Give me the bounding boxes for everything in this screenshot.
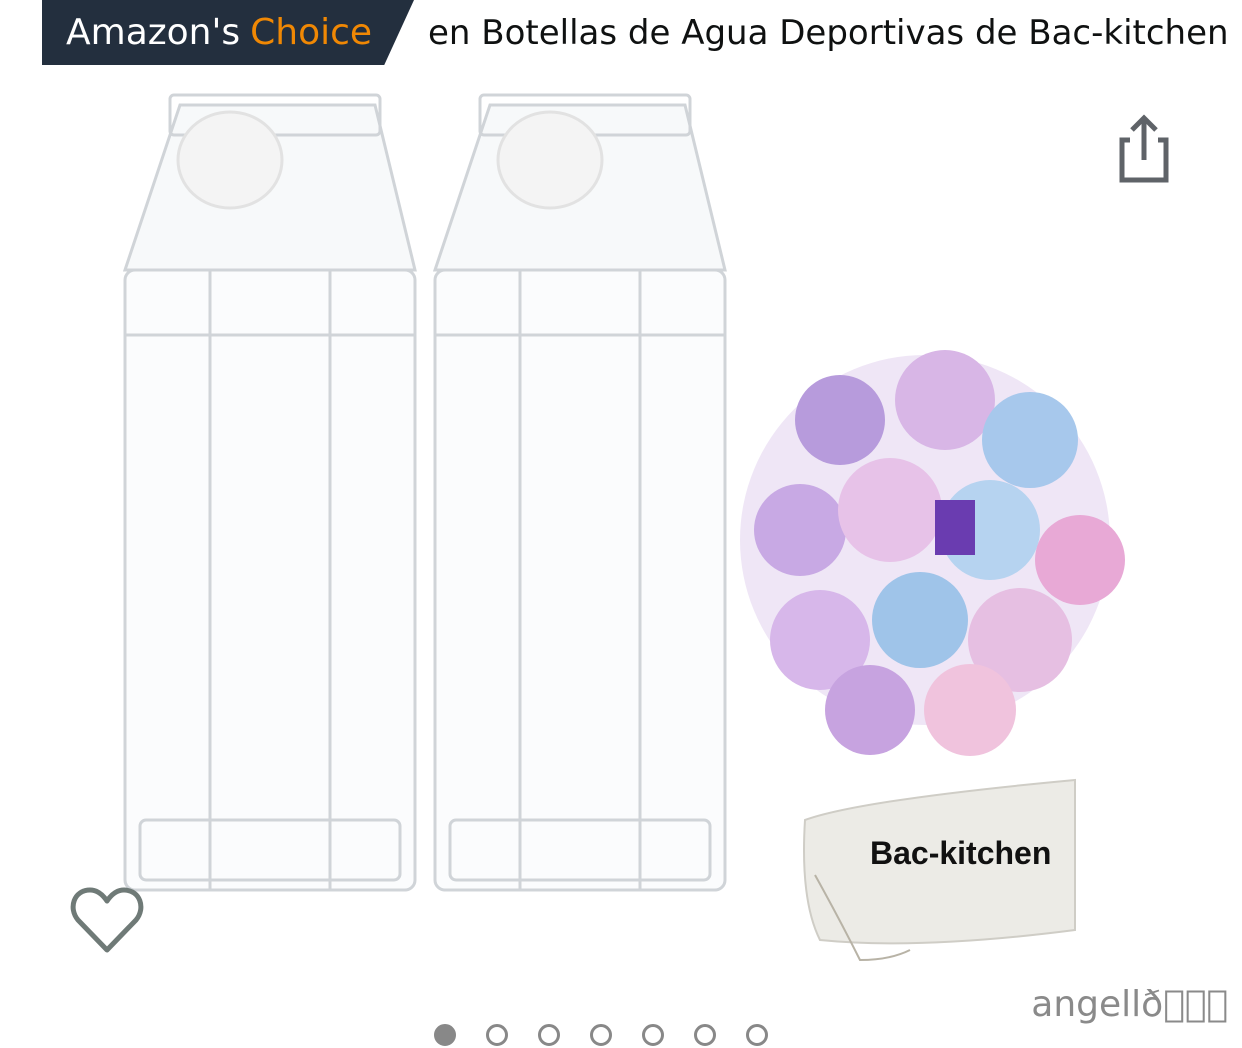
amazons-choice-badge: Amazon's Choice xyxy=(42,0,414,65)
badge-choice: Choice xyxy=(250,12,373,53)
carousel-dot[interactable] xyxy=(694,1024,716,1046)
sticker-pack xyxy=(740,350,1125,756)
badge-brand: Amazon's xyxy=(66,12,241,53)
wishlist-button[interactable] xyxy=(68,880,146,958)
product-image[interactable]: Bac-kitchen xyxy=(100,80,1140,990)
carousel-dot[interactable] xyxy=(538,1024,560,1046)
bottle-left xyxy=(122,93,417,892)
bottle-right xyxy=(432,93,727,892)
carousel-dots xyxy=(434,1024,768,1046)
carousel-dot[interactable] xyxy=(746,1024,768,1046)
heart-icon xyxy=(70,887,144,953)
share-button[interactable] xyxy=(1108,110,1180,186)
carousel-dot[interactable] xyxy=(486,1024,508,1046)
share-icon xyxy=(1119,114,1169,183)
carousel-dot[interactable] xyxy=(590,1024,612,1046)
carousel-dot[interactable] xyxy=(434,1024,456,1046)
badge-category-text: en Botellas de Agua Deportivas de Bac-ki… xyxy=(428,13,1229,53)
watermark-text: angellð    xyxy=(1031,984,1228,1025)
drawstring-bag: Bac-kitchen xyxy=(803,778,1076,962)
carousel-dot[interactable] xyxy=(642,1024,664,1046)
bag-label: Bac-kitchen xyxy=(870,835,1051,871)
